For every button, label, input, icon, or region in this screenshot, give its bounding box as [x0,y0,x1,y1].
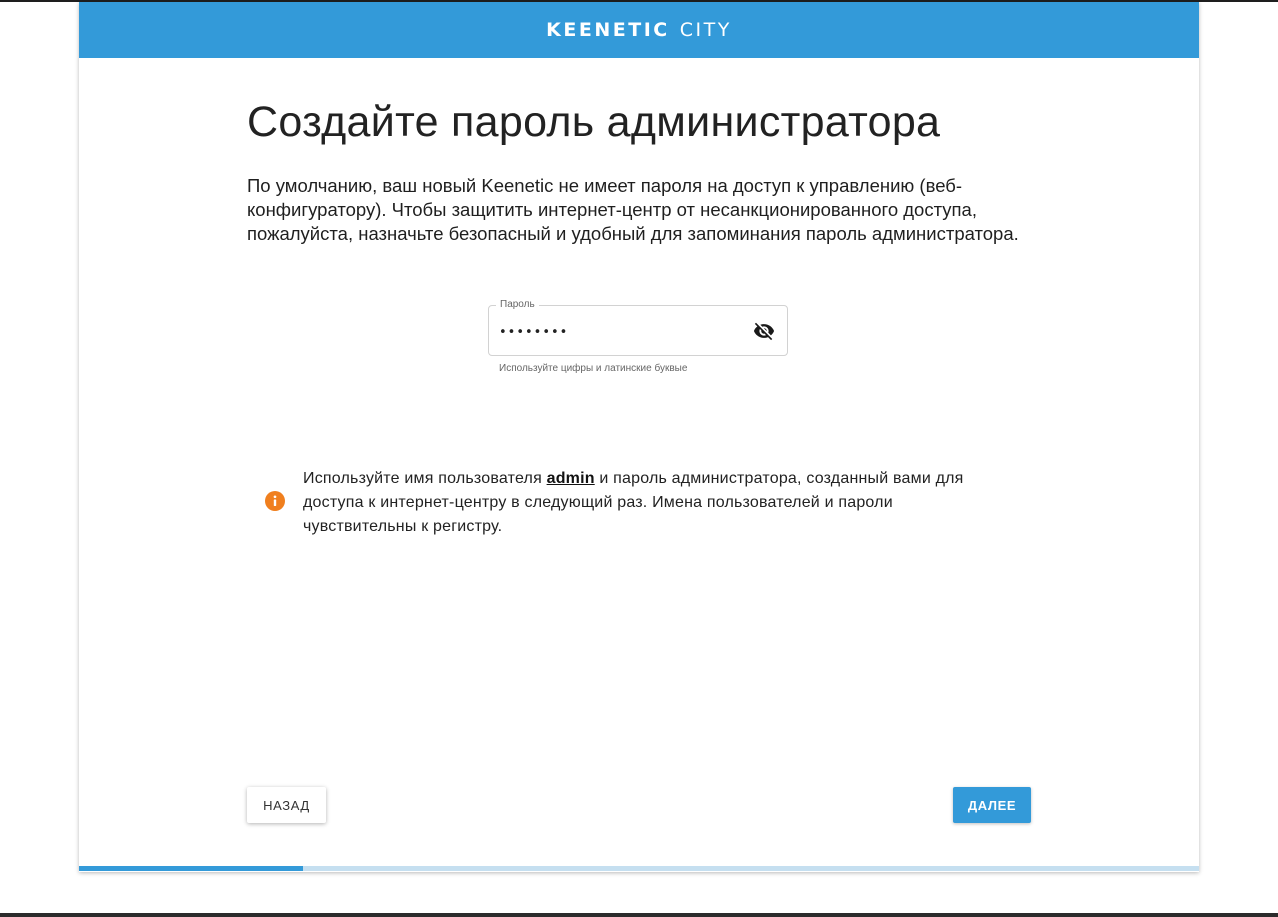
page-description: По умолчанию, ваш новый Keenetic не имее… [247,175,1019,244]
admin-username: admin [546,470,595,487]
info-message: Используйте имя пользователя admin и пар… [303,467,1003,539]
setup-wizard-card: KEENETIC CITY Создайте пароль администра… [79,2,1199,872]
password-input[interactable] [499,321,739,343]
brand-model: CITY [679,19,732,41]
wizard-progress-fill [79,866,303,871]
password-field: Пароль [488,299,788,356]
info-text-start: Используйте имя пользователя [303,470,547,487]
info-icon [265,491,285,511]
password-field-label: Пароль [496,299,539,311]
window-bottom-edge [0,913,1278,917]
password-hint: Используйте цифры и латинские буквые [499,363,688,374]
brand-logo: KEENETIC CITY [546,19,732,41]
header-bar: KEENETIC CITY [79,2,1199,58]
page-title: Создайте пароль администратора [247,98,941,146]
brand-name: KEENETIC [546,19,670,41]
back-button[interactable]: НАЗАД [247,787,326,823]
eye-off-icon[interactable] [753,320,775,342]
next-button[interactable]: ДАЛЕЕ [953,787,1031,823]
wizard-progress-bar [79,866,1199,871]
